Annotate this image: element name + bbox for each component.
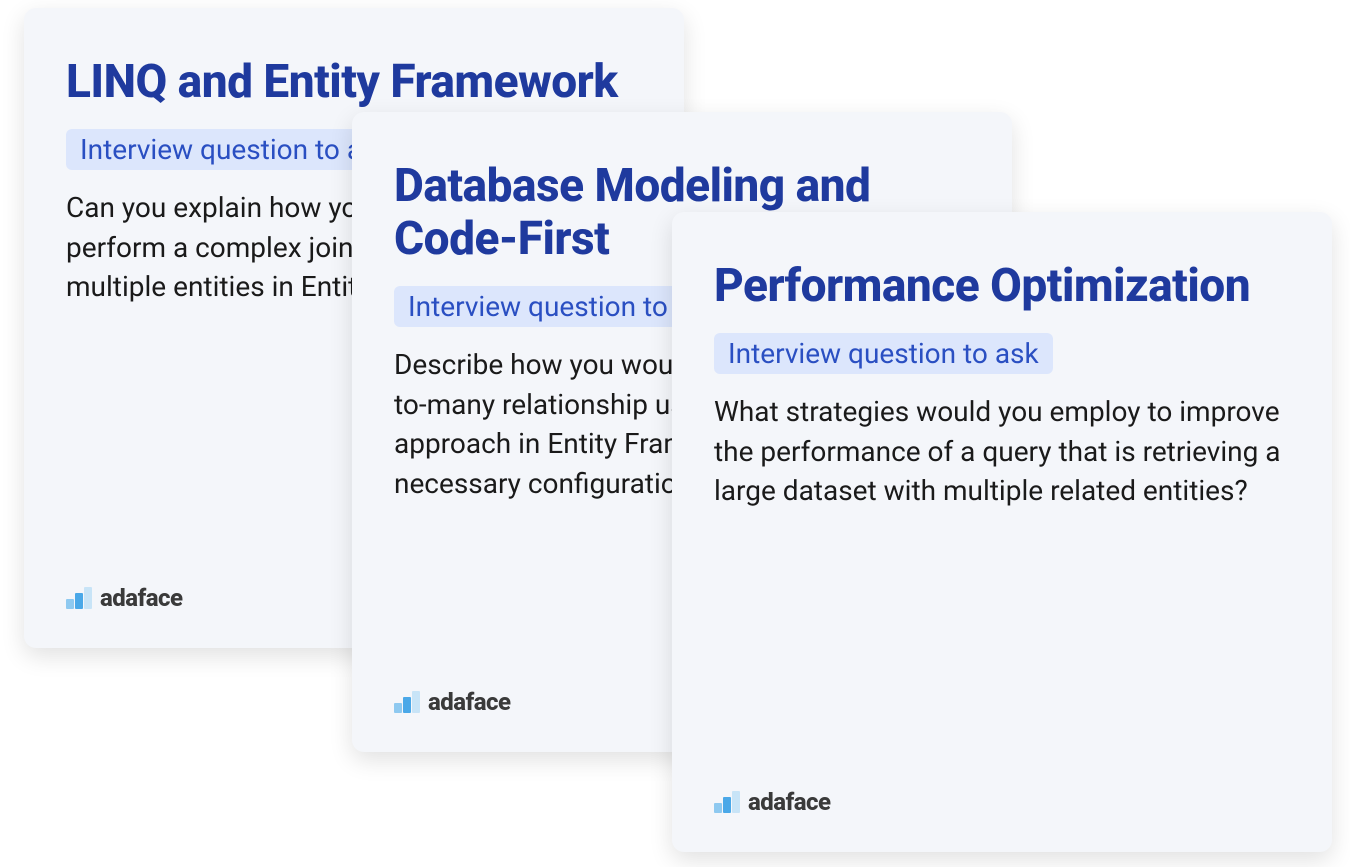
logo-icon (394, 691, 420, 713)
logo-text: adaface (100, 584, 183, 612)
logo-icon (714, 791, 740, 813)
logo: adaface (714, 788, 831, 816)
card-title: Performance Optimization (714, 260, 1290, 313)
logo-text: adaface (748, 788, 831, 816)
logo-text: adaface (428, 688, 511, 716)
logo: adaface (394, 688, 511, 716)
badge-label: Interview question to ask (714, 333, 1053, 374)
card-title: LINQ and Entity Framework (66, 56, 642, 109)
logo-icon (66, 587, 92, 609)
card-body: What strategies would you employ to impr… (714, 392, 1290, 511)
logo: adaface (66, 584, 183, 612)
interview-card-3: Performance Optimization Interview quest… (672, 212, 1332, 852)
